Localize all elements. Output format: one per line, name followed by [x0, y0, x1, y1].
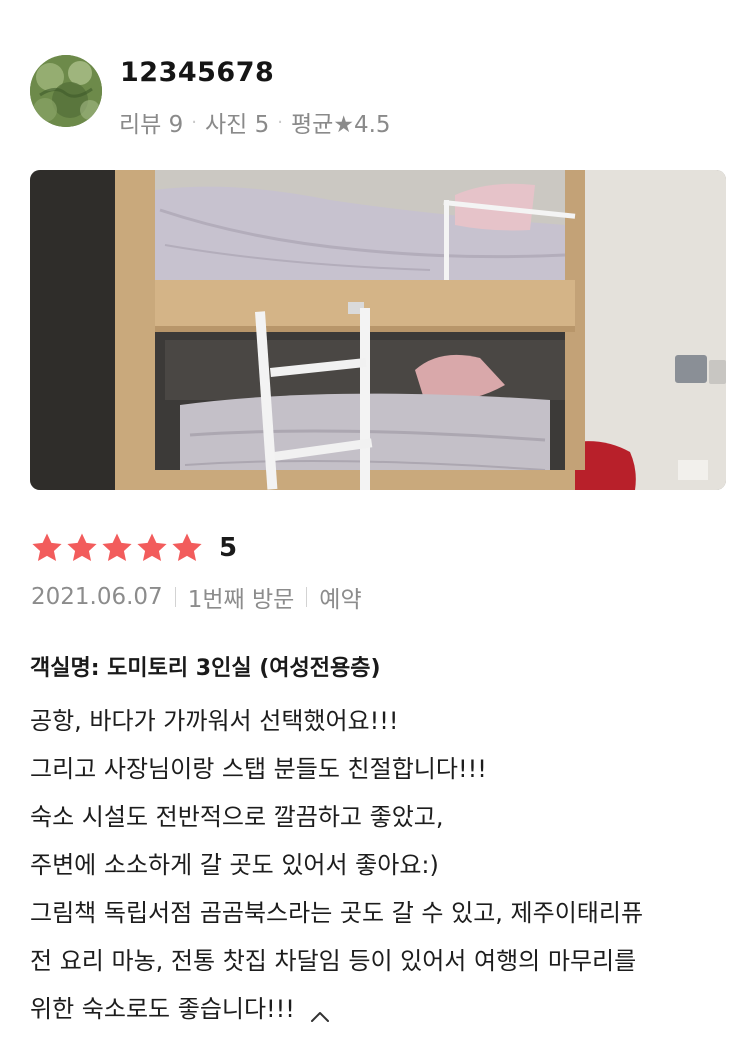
avatar[interactable] [30, 55, 102, 127]
star-icon [172, 533, 202, 562]
review-line: 그림책 독립서점 곰곰북스라는 곳도 갈 수 있고, 제주이태리퓨 [30, 899, 644, 927]
avatar-image [30, 55, 102, 127]
reviewer-name[interactable]: 12345678 [120, 57, 274, 88]
photo-count: 사진 5 [205, 112, 270, 138]
review-count: 리뷰 9 [119, 112, 184, 138]
review-line: 숙소 시설도 전반적으로 깔끔하고 좋았고, [30, 803, 444, 831]
review-line: 그리고 사장님이랑 스탭 분들도 친절합니다!!! [30, 755, 487, 783]
review-photo[interactable] [30, 170, 726, 490]
divider [174, 587, 176, 607]
rating-value: 5 [219, 533, 238, 563]
average-rating: 평균★4.5 [291, 112, 391, 138]
chevron-up-icon[interactable] [309, 996, 331, 1022]
divider [306, 587, 308, 607]
star-icon [102, 533, 132, 562]
review-photo-image [30, 170, 726, 490]
review-text: 공항, 바다가 가까워서 선택했어요!!! 그리고 사장님이랑 스탭 분들도 친… [30, 697, 730, 1033]
review-meta: 2021.06.07 1번째 방문 예약 [31, 580, 362, 614]
review-line: 주변에 소소하게 갈 곳도 있어서 좋아요:) [30, 851, 439, 879]
reviewer-header: 12345678 리뷰 9 · 사진 5 · 평균★4.5 [30, 55, 730, 138]
star-icon [67, 533, 97, 562]
dot-separator: · [191, 111, 197, 133]
review-last-line: 위한 숙소로도 좋습니다!!! [30, 985, 730, 1033]
star-icon [137, 533, 167, 562]
review-line: 공항, 바다가 가까워서 선택했어요!!! [30, 707, 399, 735]
review-line: 전 요리 마농, 전통 찻집 차달임 등이 있어서 여행의 마무리를 [30, 947, 637, 975]
review-date: 2021.06.07 [31, 584, 163, 610]
star-rating [30, 531, 205, 565]
review-line: 위한 숙소로도 좋습니다!!! [30, 995, 295, 1023]
dot-separator: · [277, 111, 283, 133]
booking-badge: 예약 [319, 587, 362, 613]
visit-count: 1번째 방문 [187, 587, 295, 613]
star-icon [32, 533, 62, 562]
room-name: 객실명: 도미토리 3인실 (여성전용층) [30, 656, 381, 681]
rating-row: 5 [30, 528, 237, 568]
reviewer-stats: 리뷰 9 · 사진 5 · 평균★4.5 [119, 105, 391, 139]
